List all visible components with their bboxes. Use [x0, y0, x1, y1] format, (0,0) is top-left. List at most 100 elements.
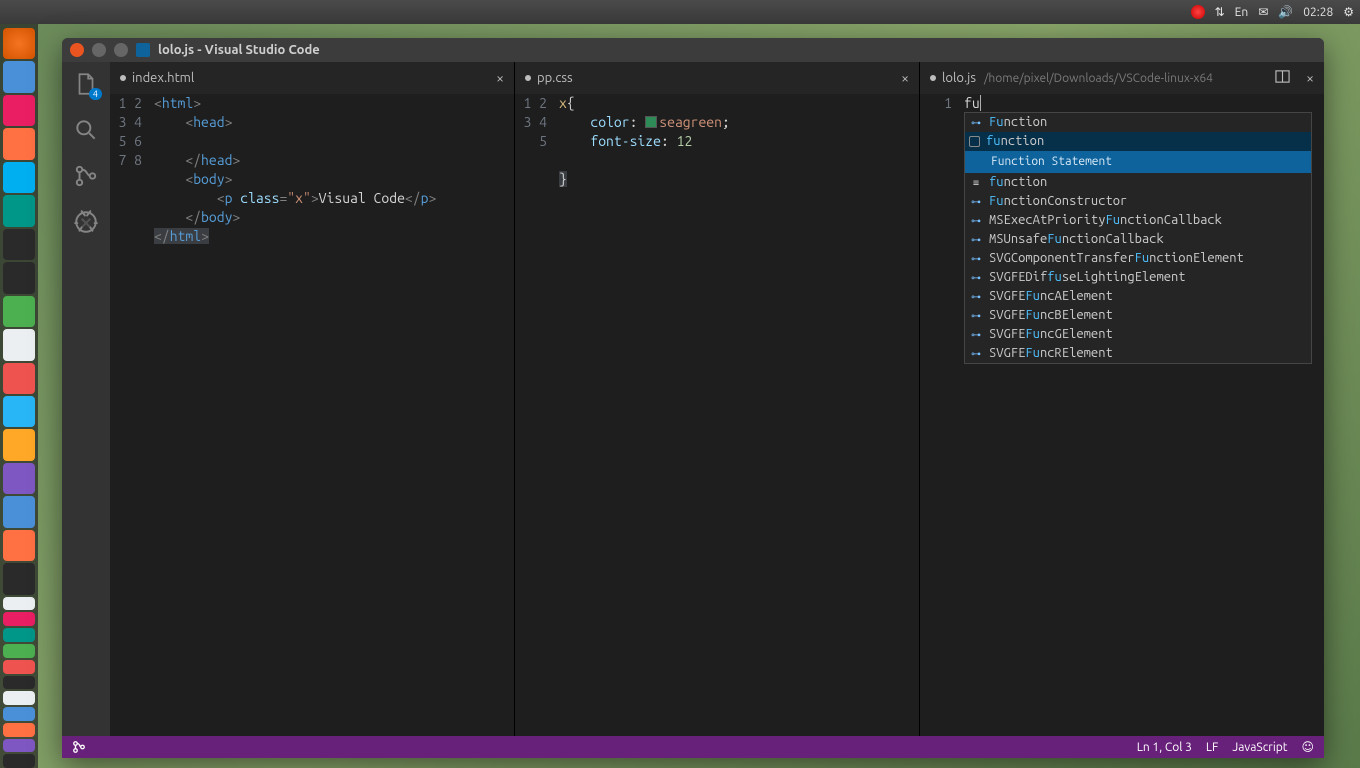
launcher-item[interactable]: [3, 563, 35, 594]
git-icon[interactable]: [72, 162, 100, 190]
launcher-item[interactable]: [3, 128, 35, 159]
launcher-item[interactable]: [3, 707, 35, 721]
window-maximize-button[interactable]: [114, 43, 128, 57]
vscode-app-icon: [136, 43, 150, 57]
autocomplete-item[interactable]: ⊶ MSUnsafeFunctionCallback: [965, 230, 1311, 249]
window-titlebar[interactable]: lolo.js - Visual Studio Code: [62, 38, 1324, 62]
launcher-item[interactable]: [3, 660, 35, 674]
launcher-item[interactable]: [3, 229, 35, 260]
modified-dot-icon: [930, 75, 936, 81]
autocomplete-detail: Function Statement: [965, 151, 1311, 173]
color-swatch-icon: [645, 116, 657, 128]
keyword-icon: ⊶: [969, 328, 983, 342]
gear-indicator[interactable]: ⚙: [1343, 5, 1354, 19]
language-mode[interactable]: JavaScript: [1232, 741, 1287, 754]
autocomplete-label: function: [986, 132, 1044, 151]
explorer-icon[interactable]: 4: [72, 70, 100, 98]
feedback-icon[interactable]: ☺: [1301, 740, 1314, 754]
window-minimize-button[interactable]: [92, 43, 106, 57]
close-tab-icon[interactable]: ×: [496, 70, 504, 86]
search-icon[interactable]: [72, 116, 100, 144]
keyword-icon: ⊶: [969, 271, 983, 285]
tab-index-html[interactable]: index.html ×: [110, 62, 514, 94]
launcher-item[interactable]: [3, 296, 35, 327]
launcher-item[interactable]: [3, 739, 35, 753]
eol-indicator[interactable]: LF: [1206, 741, 1218, 754]
autocomplete-item[interactable]: ≡function: [965, 173, 1311, 192]
code-content[interactable]: <html> <head> </head> <body> <p class="x…: [154, 94, 514, 736]
autocomplete-item[interactable]: ⊶SVGFEFuncBElement: [965, 306, 1311, 325]
launcher-item[interactable]: [3, 329, 35, 360]
autocomplete-item[interactable]: function: [965, 132, 1311, 151]
autocomplete-popup[interactable]: ⊶FunctionfunctionFunction Statement≡func…: [964, 112, 1312, 364]
close-tab-icon[interactable]: ×: [901, 70, 909, 86]
launcher-item[interactable]: [3, 61, 35, 92]
launcher-item[interactable]: [3, 262, 35, 293]
vscode-window: lolo.js - Visual Studio Code 4: [62, 38, 1324, 758]
system-top-panel: ⇅ En ✉ 🔊 02:28 ⚙: [0, 0, 1360, 24]
launcher-item[interactable]: [3, 95, 35, 126]
launcher-item[interactable]: [3, 597, 35, 611]
window-title: lolo.js - Visual Studio Code: [158, 43, 320, 57]
keyword-icon: ⊶: [969, 233, 983, 247]
autocomplete-label: MSUnsafeFunctionCallback: [989, 230, 1164, 249]
tab-path: /home/pixel/Downloads/VSCode-linux-x64: [984, 72, 1213, 85]
autocomplete-item[interactable]: ⊶FunctionConstructor: [965, 192, 1311, 211]
tab-lolo-js[interactable]: lolo.js /home/pixel/Downloads/VSCode-lin…: [920, 62, 1324, 94]
close-tab-icon[interactable]: ×: [1306, 70, 1314, 86]
launcher-item[interactable]: [3, 530, 35, 561]
autocomplete-label: MSExecAtPriorityFunctionCallback: [989, 211, 1222, 230]
launcher-item[interactable]: [3, 162, 35, 193]
launcher-item[interactable]: [3, 628, 35, 642]
launcher-item[interactable]: [3, 28, 35, 59]
network-indicator[interactable]: ⇅: [1215, 5, 1225, 19]
code-content[interactable]: fu ⊶FunctionfunctionFunction Statement≡f…: [964, 94, 1324, 736]
mail-indicator[interactable]: ✉: [1258, 5, 1268, 19]
autocomplete-item[interactable]: ⊶ SVGFEFuncGElement: [965, 325, 1311, 344]
split-editor-icon[interactable]: [1275, 69, 1290, 87]
editor-3[interactable]: 1 fu ⊶FunctionfunctionFunction Statement…: [920, 94, 1324, 736]
autocomplete-item[interactable]: ⊶Function: [965, 113, 1311, 132]
modified-dot-icon: [120, 75, 126, 81]
status-bar: Ln 1, Col 3 LF JavaScript ☺: [62, 736, 1324, 758]
autocomplete-label: SVGFEDiffuseLightingElement: [989, 268, 1186, 287]
launcher-item[interactable]: [3, 691, 35, 705]
autocomplete-item[interactable]: ⊶SVGFEFuncAElement: [965, 287, 1311, 306]
launcher-item[interactable]: [3, 676, 35, 690]
clock-indicator[interactable]: 02:28: [1303, 6, 1333, 19]
launcher-item[interactable]: [3, 754, 35, 768]
autocomplete-item[interactable]: ⊶MSExecAtPriorityFunctionCallback: [965, 211, 1311, 230]
launcher-item[interactable]: [3, 396, 35, 427]
launcher-item[interactable]: [3, 363, 35, 394]
code-content[interactable]: x{ color: seagreen; font-size: 12 }: [559, 94, 919, 736]
launcher-item[interactable]: [3, 195, 35, 226]
editor-1[interactable]: 1 2 3 4 5 6 7 8 <html> <head> </head> <b…: [110, 94, 514, 736]
window-close-button[interactable]: [70, 43, 84, 57]
launcher-item[interactable]: [3, 463, 35, 494]
editor-area: index.html × 1 2 3 4 5 6 7 8 <html> <hea…: [110, 62, 1324, 736]
autocomplete-label: SVGFEFuncGElement: [989, 325, 1113, 344]
keyboard-indicator[interactable]: En: [1235, 6, 1249, 19]
tab-pp-css[interactable]: pp.css ×: [515, 62, 919, 94]
cursor-position[interactable]: Ln 1, Col 3: [1137, 741, 1192, 754]
keyword-icon: ⊶: [969, 195, 983, 209]
sound-indicator[interactable]: 🔊: [1278, 5, 1293, 19]
autocomplete-item[interactable]: ⊶SVGFEFuncRElement: [965, 344, 1311, 363]
launcher-item[interactable]: [3, 723, 35, 737]
launcher-item[interactable]: [3, 644, 35, 658]
text-cursor: [980, 95, 981, 111]
editor-2[interactable]: 1 2 3 4 5 x{ color: seagreen; font-size:…: [515, 94, 919, 736]
launcher-item[interactable]: [3, 496, 35, 527]
autocomplete-label: SVGFEFuncRElement: [989, 344, 1113, 363]
record-indicator[interactable]: [1191, 5, 1205, 19]
keyword-icon: ⊶: [969, 252, 983, 266]
git-branch-status[interactable]: [72, 740, 86, 754]
autocomplete-label: SVGFEFuncAElement: [989, 287, 1113, 306]
autocomplete-item[interactable]: ⊶SVGComponentTransferFunctionElement: [965, 249, 1311, 268]
debug-icon[interactable]: [72, 208, 100, 236]
autocomplete-item[interactable]: ⊶ SVGFEDiffuseLightingElement: [965, 268, 1311, 287]
launcher-item[interactable]: [3, 429, 35, 460]
editor-pane-2: pp.css × 1 2 3 4 5 x{ color: seagreen; f…: [514, 62, 919, 736]
line-gutter: 1 2 3 4 5: [515, 94, 559, 736]
launcher-item[interactable]: [3, 612, 35, 626]
